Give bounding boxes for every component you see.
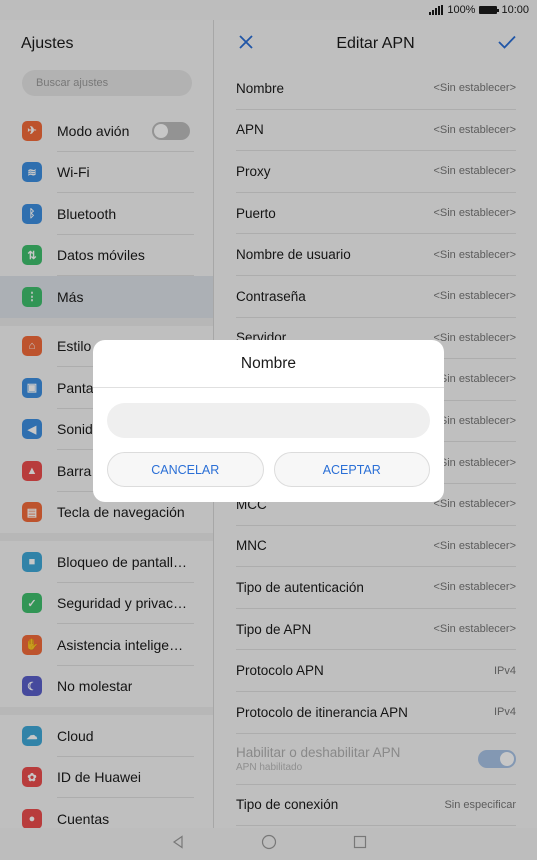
- dialog-buttons: CANCELAR ACEPTAR: [107, 452, 430, 487]
- name-input[interactable]: [107, 403, 430, 438]
- cancel-button[interactable]: CANCELAR: [107, 452, 264, 487]
- dialog-title: Nombre: [93, 340, 444, 388]
- name-dialog: Nombre CANCELAR ACEPTAR: [93, 340, 444, 502]
- accept-button[interactable]: ACEPTAR: [273, 452, 430, 487]
